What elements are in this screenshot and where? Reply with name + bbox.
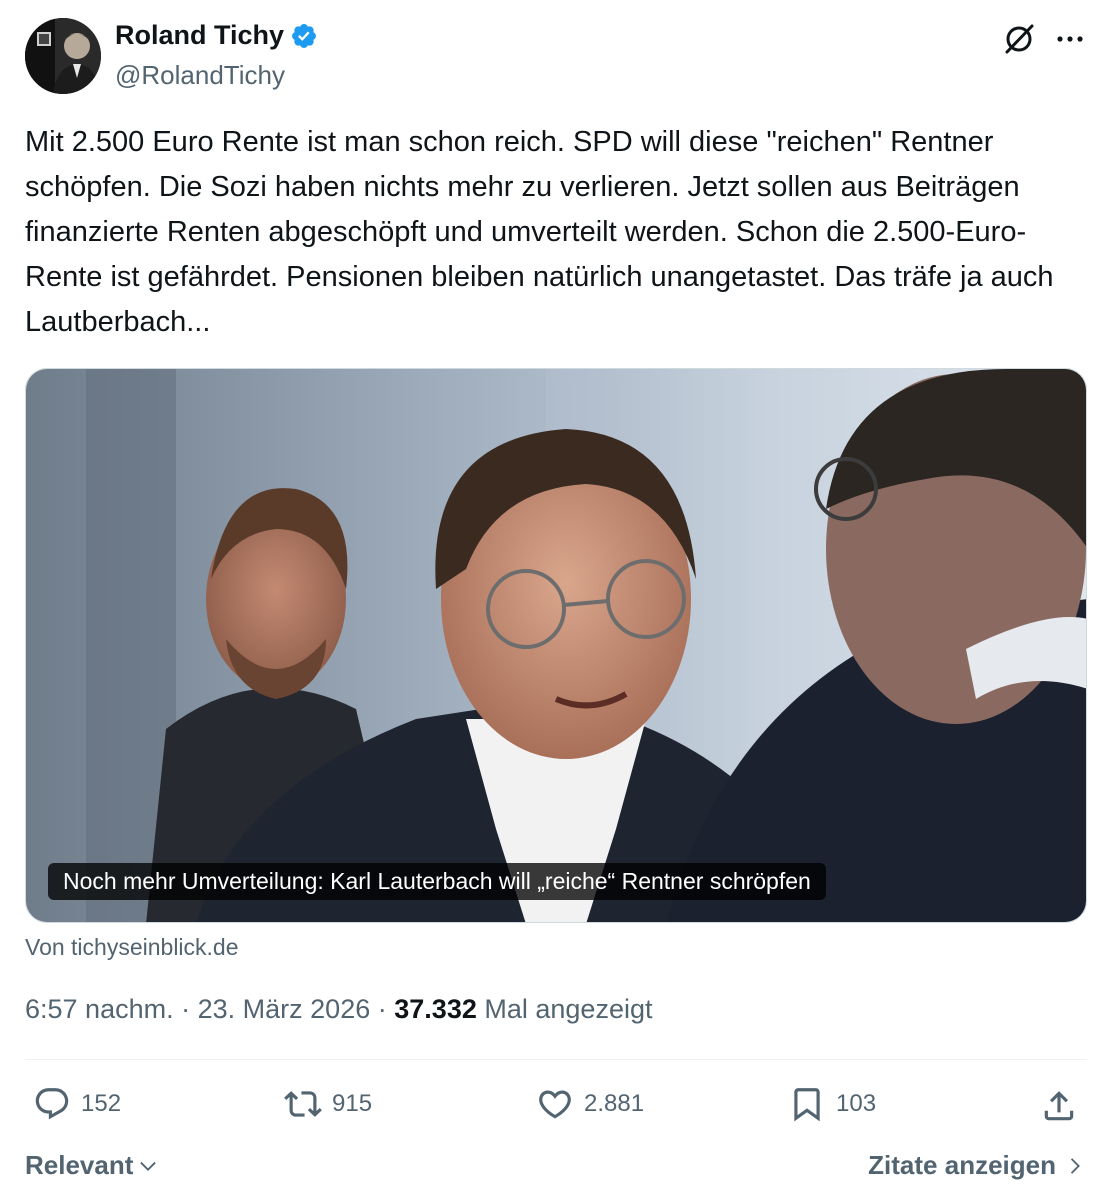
repost-count: 915 [332, 1090, 373, 1117]
grok-icon[interactable] [1002, 22, 1036, 56]
divider [25, 1059, 1087, 1060]
meta-separator: · [181, 994, 191, 1024]
chevron-down-icon [140, 1161, 157, 1171]
repost-icon [284, 1091, 322, 1117]
avatar[interactable] [25, 18, 101, 94]
quotes-label: Zitate anzeigen [868, 1150, 1056, 1180]
verified-badge-icon [292, 23, 316, 48]
share-icon [1044, 1091, 1074, 1121]
like-count: 2.881 [584, 1090, 645, 1117]
link-card[interactable]: Noch mehr Umverteilung: Karl Lauterbach … [25, 368, 1087, 923]
view-quotes-link[interactable]: Zitate anzeigen [868, 1150, 1086, 1181]
tweet-time[interactable]: 6:57 nachm. [25, 994, 174, 1024]
like-icon [539, 1090, 571, 1119]
views-label: Mal angezeigt [484, 994, 653, 1024]
share-button[interactable] [1040, 1087, 1078, 1125]
bookmark-icon [794, 1088, 820, 1122]
more-icon[interactable] [1053, 22, 1087, 56]
like-button[interactable]: 2.881 [536, 1085, 644, 1123]
author-name[interactable]: Roland Tichy [115, 20, 284, 51]
chevron-right-icon [1070, 1157, 1080, 1174]
tweet-date[interactable]: 23. März 2026 [198, 994, 371, 1024]
meta-separator: · [377, 994, 387, 1024]
author-name-row[interactable]: Roland Tichy [115, 20, 318, 51]
bookmark-button[interactable]: 103 [788, 1085, 876, 1123]
author-handle[interactable]: @RolandTichy [115, 60, 285, 91]
tweet-meta: 6:57 nachm. · 23. März 2026 · 37.332 Mal… [25, 994, 652, 1025]
reply-button[interactable]: 152 [33, 1085, 121, 1123]
reply-count: 152 [81, 1090, 122, 1117]
repost-button[interactable]: 915 [284, 1085, 372, 1123]
sort-label: Relevant [25, 1150, 134, 1180]
card-caption: Noch mehr Umverteilung: Karl Lauterbach … [48, 863, 826, 900]
tweet-text: Mit 2.500 Euro Rente ist man schon reich… [25, 126, 1054, 338]
sort-relevant-dropdown[interactable]: Relevant [25, 1150, 159, 1181]
card-source-link[interactable]: Von tichyseinblick.de [25, 934, 239, 961]
bookmark-count: 103 [836, 1090, 877, 1117]
reply-icon [35, 1088, 69, 1120]
views-count: 37.332 [394, 994, 477, 1024]
card-image [26, 369, 1086, 922]
